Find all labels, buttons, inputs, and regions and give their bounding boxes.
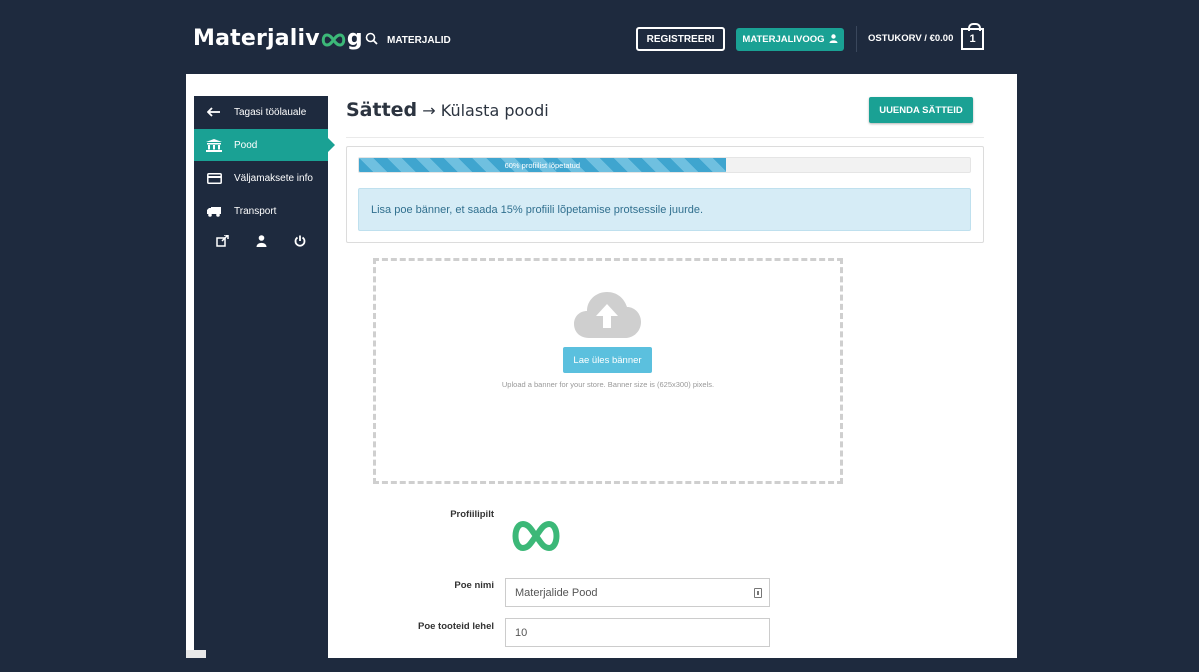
store-name-value: Materjalide Pood bbox=[515, 586, 598, 599]
products-per-page-label: Poe tooteid lehel bbox=[417, 621, 494, 632]
profile-picture[interactable] bbox=[509, 520, 563, 557]
cart-count: 1 bbox=[969, 33, 976, 45]
sidebar-item-store[interactable]: Pood bbox=[194, 129, 335, 161]
profile-picture-label: Profiilipilt bbox=[450, 509, 494, 520]
site-logo[interactable]: Materjaliv g bbox=[193, 26, 363, 53]
arrow-left-icon bbox=[194, 107, 234, 117]
search-button[interactable]: MATERJALID bbox=[365, 32, 451, 48]
update-settings-button[interactable]: UUENDA SÄTTEID bbox=[869, 97, 973, 123]
banner-info-alert: Lisa poe bänner, et saada 15% profiili l… bbox=[358, 188, 971, 231]
cart-bag-icon[interactable]: 1 bbox=[961, 23, 984, 50]
infinity-logo-icon bbox=[320, 28, 347, 53]
products-per-page-input[interactable]: 10 bbox=[505, 618, 770, 647]
upload-banner-button[interactable]: Lae üles bänner bbox=[563, 347, 652, 373]
upload-hint: Upload a banner for your store. Banner s… bbox=[501, 380, 715, 389]
search-label: MATERJALID bbox=[387, 34, 451, 46]
bank-icon bbox=[194, 138, 234, 152]
store-name-input[interactable]: Materjalide Pood bbox=[505, 578, 770, 607]
visit-store-link[interactable]: → Külasta poodi bbox=[422, 101, 548, 120]
profile-progress-bar: 60% profiilist lõpetatud bbox=[358, 157, 971, 173]
sidebar-item-back[interactable]: Tagasi töölauale bbox=[194, 96, 328, 128]
cloud-upload-icon bbox=[574, 290, 641, 345]
truck-icon bbox=[194, 206, 234, 217]
page-title: Sätted → Külasta poodi bbox=[346, 99, 549, 121]
progress-label: 60% profiilist lõpetatud bbox=[504, 160, 581, 170]
products-per-page-value: 10 bbox=[515, 626, 528, 639]
sidebar-item-transport[interactable]: Transport bbox=[194, 195, 328, 227]
sidebar-item-payouts[interactable]: Väljamaksete info bbox=[194, 162, 328, 194]
infinity-avatar-icon bbox=[512, 520, 560, 552]
power-icon[interactable] bbox=[294, 234, 306, 252]
password-manager-icon[interactable] bbox=[754, 588, 762, 598]
account-label: MATERJALIVOOG bbox=[742, 34, 825, 45]
cart-link[interactable]: OSTUKORV / €0.00 bbox=[868, 33, 953, 44]
sidebar: Tagasi töölauale Pood Väljamaksete info … bbox=[194, 96, 335, 658]
progress-fill: 60% profiilist lõpetatud bbox=[359, 158, 726, 172]
sidebar-bottom-icons bbox=[194, 234, 328, 252]
header-divider bbox=[346, 137, 984, 138]
corner-widget bbox=[186, 650, 206, 658]
search-icon bbox=[365, 32, 378, 48]
user-icon bbox=[829, 33, 838, 46]
nav-divider bbox=[856, 26, 857, 52]
credit-card-icon bbox=[194, 172, 234, 184]
external-link-icon[interactable] bbox=[215, 234, 229, 252]
register-button[interactable]: REGISTREERI bbox=[636, 27, 725, 51]
user-icon[interactable] bbox=[256, 234, 267, 252]
store-name-label: Poe nimi bbox=[454, 580, 494, 591]
account-button[interactable]: MATERJALIVOOG bbox=[736, 28, 844, 51]
